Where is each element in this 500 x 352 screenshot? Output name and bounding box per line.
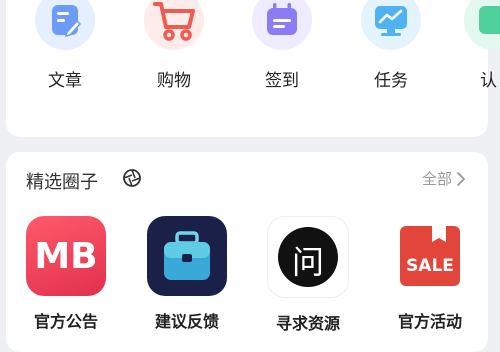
briefcase-icon [147,216,227,296]
shortcut-article[interactable]: 文章 [20,0,110,91]
partial-icon [462,0,500,52]
shortcut-label: 认 [480,71,497,91]
shortcut-label: 签到 [265,71,299,91]
shortcut-label: 任务 [374,71,408,91]
circle-label: 寻求资源 [275,314,340,333]
circle-item-events[interactable]: SALE 官方活动 [380,216,480,332]
circle-label: 建议反馈 [154,312,219,331]
shortcut-partial[interactable]: 认 [454,0,500,91]
circle-label: 官方活动 [397,312,462,331]
checkin-calendar-icon [250,0,314,52]
shopping-cart-icon [142,0,206,52]
circle-item-resources[interactable]: 问 寻求资源 [258,216,358,334]
aperture-icon [122,168,142,192]
shortcut-card: 文章 购物 签到 任务 认 [6,0,500,137]
task-monitor-icon [359,0,423,52]
circle-item-announcement[interactable]: MB 官方公告 [16,216,116,332]
section-title: 精选圈子 [26,172,98,193]
view-all-label: 全部 [421,170,452,188]
view-all-link[interactable]: 全部 [422,168,466,189]
shortcut-shopping[interactable]: 购物 [129,0,219,91]
shortcut-checkin[interactable]: 签到 [237,0,327,91]
featured-circles-card: 精选圈子 全部 MB 官方公告 建议反馈 问 寻求资源 SALE 官方活动 [6,152,488,352]
chevron-right-icon [457,171,466,186]
sale-tag-icon: SALE [390,216,470,296]
shortcut-label: 文章 [48,71,82,91]
mb-logo-icon: MB [26,216,106,296]
shortcut-label: 购物 [157,71,191,91]
ask-icon: 问 [267,216,349,298]
circle-item-feedback[interactable]: 建议反馈 [137,216,237,332]
shortcut-task[interactable]: 任务 [346,0,436,91]
circle-label: 官方公告 [33,312,98,331]
article-icon [33,0,97,52]
